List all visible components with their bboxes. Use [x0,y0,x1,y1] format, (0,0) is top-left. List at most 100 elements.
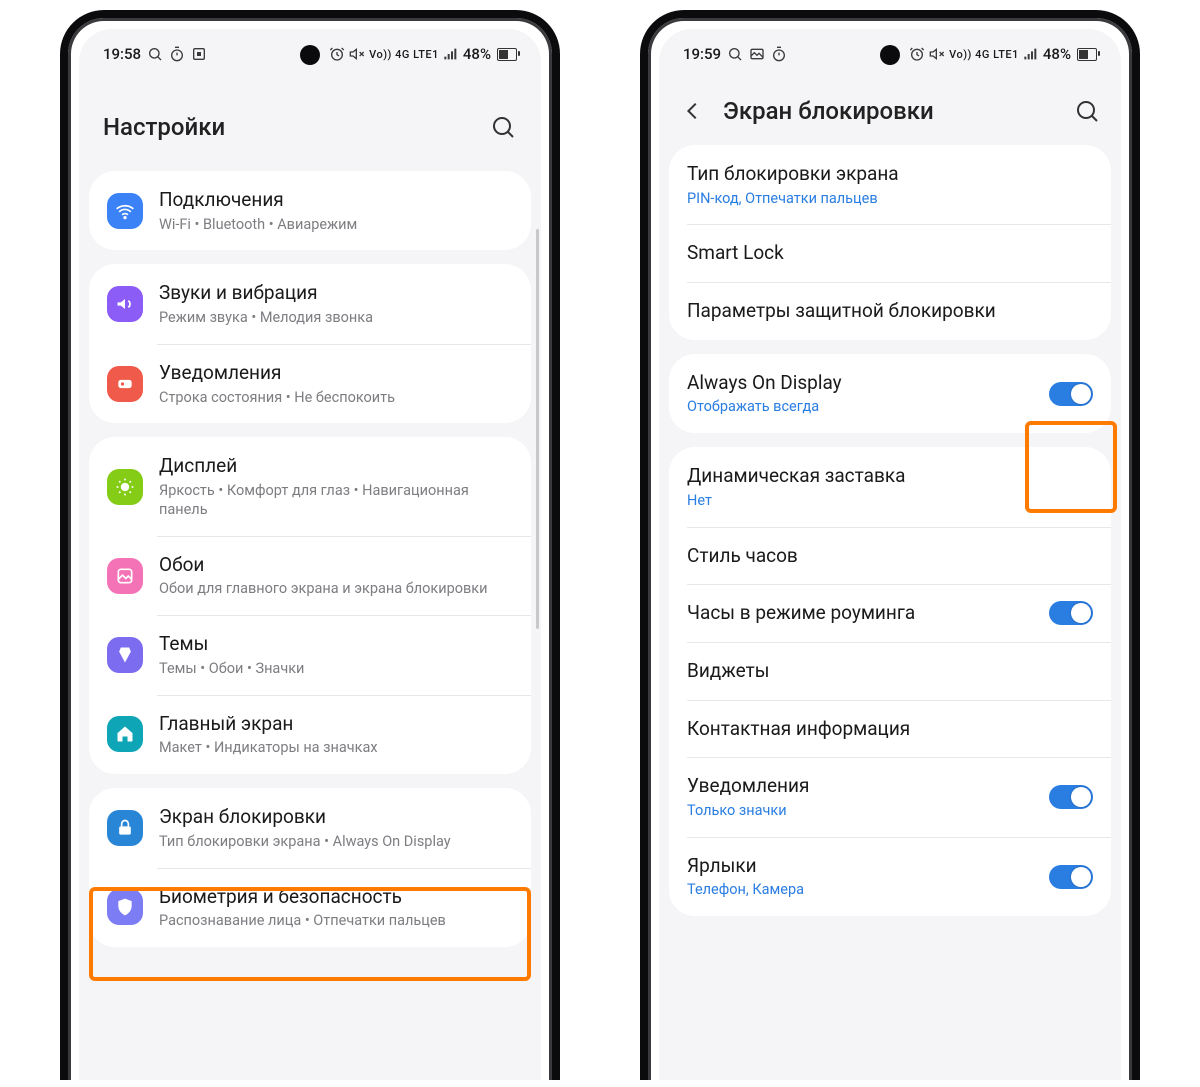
themes-icon [107,637,143,673]
status-time: 19:59 [683,45,721,63]
settings-item-display[interactable]: Дисплей Яркость • Комфорт для глаз • Нав… [89,437,531,535]
item-subtitle: Отображать всегда [687,398,1033,417]
item-subtitle: Макет • Индикаторы на значках [159,739,513,758]
battery-icon [1077,48,1097,61]
item-title: Часы в режиме роуминга [687,600,1033,626]
scrollbar[interactable] [536,229,539,629]
list-item[interactable]: Стиль часов [669,527,1111,585]
list-item[interactable]: Тип блокировки экрана PIN-код, Отпечатки … [669,145,1111,224]
search-button[interactable] [489,113,517,141]
settings-item-notifications[interactable]: Уведомления Строка состояния • Не беспок… [89,344,531,423]
item-subtitle: Только значки [687,802,1033,821]
settings-item-sounds[interactable]: Звуки и вибрация Режим звука • Мелодия з… [89,264,531,343]
list-item[interactable]: Контактная информация [669,700,1111,758]
item-title: Тип блокировки экрана [687,161,1093,187]
item-title: Уведомления [159,360,513,386]
search-icon [727,46,743,62]
wallpaper-icon [107,558,143,594]
phone-left: 19:58 Vo)) 4G LTE1 48% [60,10,560,1080]
item-title: Виджеты [687,658,1093,684]
item-title: Главный экран [159,711,513,737]
item-subtitle: Обои для главного экрана и экрана блокир… [159,580,513,599]
item-subtitle: Строка состояния • Не беспокоить [159,389,513,408]
settings-item-themes[interactable]: Темы Темы • Обои • Значки [89,615,531,694]
mute-icon [929,46,945,62]
item-title: Always On Display [687,370,1033,396]
item-title: Параметры защитной блокировки [687,298,1093,324]
list-item[interactable]: Always On Display Отображать всегда [669,354,1111,433]
list-item[interactable]: Часы в режиме роуминга [669,584,1111,642]
item-subtitle: Распознавание лица • Отпечатки пальцев [159,912,513,931]
item-subtitle: Темы • Обои • Значки [159,660,513,679]
sound-icon [107,286,143,322]
wifi-icon [107,193,143,229]
settings-item-wallpaper[interactable]: Обои Обои для главного экрана и экрана б… [89,536,531,615]
page-title: Настройки [103,113,473,141]
lockscreen-settings-list[interactable]: Тип блокировки экрана PIN-код, Отпечатки … [659,145,1121,1080]
item-title: Темы [159,631,513,657]
image-icon [749,46,765,62]
settings-list[interactable]: Подключения Wi-Fi • Bluetooth • Авиарежи… [79,171,541,1080]
settings-item-home[interactable]: Главный экран Макет • Индикаторы на знач… [89,695,531,774]
item-title: Стиль часов [687,543,1093,569]
list-item[interactable]: Ярлыки Телефон, Камера [669,837,1111,916]
toggle-switch[interactable] [1049,601,1093,625]
item-subtitle: Режим звука • Мелодия звонка [159,309,513,328]
home-icon [107,716,143,752]
item-subtitle: Телефон, Камера [687,881,1033,900]
settings-item-biometrics[interactable]: Биометрия и безопасность Распознавание л… [89,868,531,947]
battery-icon [497,48,517,61]
item-title: Подключения [159,187,513,213]
item-subtitle: PIN-код, Отпечатки пальцев [687,190,1093,209]
stopwatch-icon [771,46,787,62]
alarm-icon [329,46,345,62]
item-title: Экран блокировки [159,804,513,830]
toggle-switch[interactable] [1049,785,1093,809]
list-item[interactable]: Параметры защитной блокировки [669,282,1111,340]
search-icon [147,46,163,62]
list-item[interactable]: Уведомления Только значки [669,757,1111,836]
phone-right: 19:59 Vo)) 4G LTE1 48% [640,10,1140,1080]
item-title: Ярлыки [687,853,1033,879]
lock-icon [107,810,143,846]
page-title: Экран блокировки [723,97,1057,125]
toggle-switch[interactable] [1049,865,1093,889]
signal-icon [443,46,459,62]
list-item[interactable]: Динамическая заставка Нет [669,447,1111,526]
item-title: Динамическая заставка [687,463,1093,489]
network-label: Vo)) 4G LTE1 [949,48,1019,61]
item-title: Обои [159,552,513,578]
camera-hole [880,45,900,65]
search-button[interactable] [1073,97,1101,125]
screen: 19:59 Vo)) 4G LTE1 48% [659,29,1121,1080]
item-subtitle: Яркость • Комфорт для глаз • Навигационн… [159,482,513,520]
shield-icon [107,889,143,925]
status-time: 19:58 [103,45,141,63]
item-title: Звуки и вибрация [159,280,513,306]
app-header: Экран блокировки [659,77,1121,145]
notification-icon [107,366,143,402]
list-item[interactable]: Smart Lock [669,224,1111,282]
back-button[interactable] [679,97,707,125]
app-header: Настройки [79,77,541,171]
toggle-switch[interactable] [1049,382,1093,406]
network-label: Vo)) 4G LTE1 [369,48,439,61]
stopwatch-icon [169,46,185,62]
item-title: Уведомления [687,773,1033,799]
list-item[interactable]: Виджеты [669,642,1111,700]
camera-hole [300,45,320,65]
item-subtitle: Wi-Fi • Bluetooth • Авиарежим [159,216,513,235]
settings-item-lockscreen[interactable]: Экран блокировки Тип блокировки экрана •… [89,788,531,867]
phone-frame: 19:58 Vo)) 4G LTE1 48% [60,10,560,1080]
screen: 19:58 Vo)) 4G LTE1 48% [79,29,541,1080]
app-icon [191,46,207,62]
phone-frame: 19:59 Vo)) 4G LTE1 48% [640,10,1140,1080]
item-title: Дисплей [159,453,513,479]
display-icon [107,469,143,505]
battery-pct: 48% [1043,45,1071,63]
item-title: Контактная информация [687,716,1093,742]
settings-item-connections[interactable]: Подключения Wi-Fi • Bluetooth • Авиарежи… [89,171,531,250]
item-subtitle: Нет [687,492,1093,511]
alarm-icon [909,46,925,62]
mute-icon [349,46,365,62]
